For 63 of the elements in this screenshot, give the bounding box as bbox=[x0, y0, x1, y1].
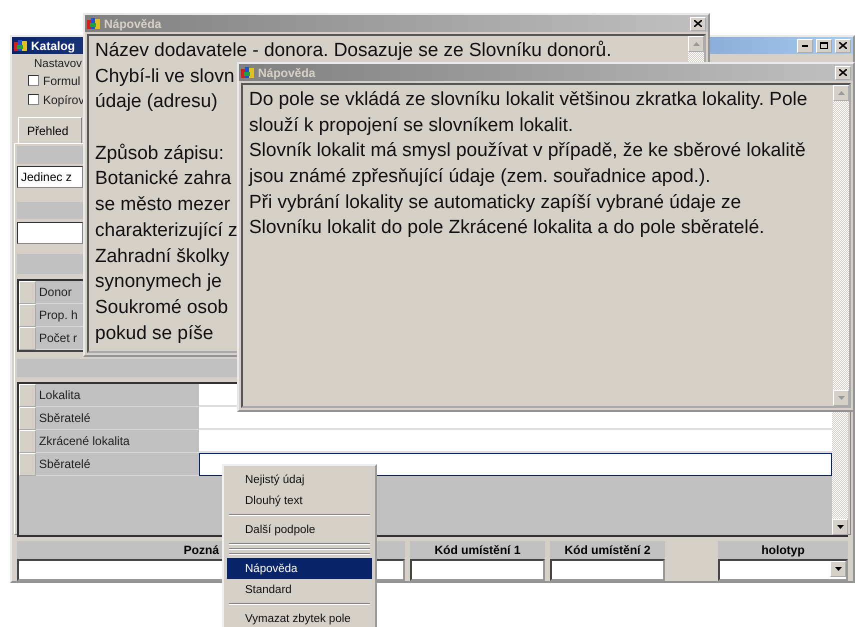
down-arrow-icon bbox=[838, 396, 844, 400]
help-text-line: Způsob zápisu: bbox=[95, 142, 224, 166]
maximize-icon bbox=[820, 42, 828, 49]
app-icon bbox=[14, 38, 28, 52]
help-text-line: Zahradní školky bbox=[95, 244, 230, 268]
help-text-line: slouží k propojení se slovníkem lokalit. bbox=[249, 114, 574, 138]
app-icon bbox=[241, 66, 255, 80]
scroll-up-button[interactable] bbox=[833, 85, 849, 101]
menu-item[interactable]: Nejistý údaj bbox=[227, 469, 372, 490]
close-icon bbox=[839, 42, 847, 49]
scroll-down-button[interactable] bbox=[832, 519, 848, 535]
menu-item[interactable]: Dlouhý text bbox=[227, 490, 372, 511]
checkbox[interactable] bbox=[28, 75, 39, 86]
window-title: Katalog bbox=[31, 38, 76, 52]
maximize-button[interactable] bbox=[816, 38, 832, 52]
help-text-line: pokud se píše bbox=[95, 322, 214, 346]
help-text-line: údaje (adresu) bbox=[95, 90, 218, 114]
minimize-button[interactable] bbox=[797, 38, 813, 52]
scroll-up-button[interactable] bbox=[688, 36, 704, 52]
dropdown[interactable] bbox=[718, 559, 848, 581]
column-header: holotyp bbox=[718, 541, 848, 559]
help-text-line: Slovníku lokalit do pole Zkrácené lokalita a do pole sběratelé. bbox=[249, 216, 764, 240]
checkbox-label: Kopírov bbox=[43, 92, 84, 106]
menu-item[interactable]: Nápověda bbox=[227, 558, 372, 579]
checkbox-label: Formul bbox=[43, 74, 80, 88]
input-field[interactable] bbox=[550, 559, 665, 581]
close-button[interactable] bbox=[835, 38, 851, 52]
help-text-line: Botanické zahra bbox=[95, 167, 232, 192]
section-header-bar bbox=[17, 146, 83, 164]
down-arrow-icon bbox=[834, 567, 842, 571]
help-text-line: synonymech je bbox=[95, 270, 222, 294]
down-arrow-icon bbox=[836, 525, 844, 529]
column-header: Kód umístění 1 bbox=[410, 541, 545, 559]
help-text-line: Do pole se vkládá ze slovníku lokalit většinou zkratka lokality. Pole bbox=[249, 88, 808, 112]
up-arrow-icon bbox=[692, 42, 700, 46]
menu-item[interactable]: Vymazat zbytek pole bbox=[227, 608, 372, 627]
column-header: Kód umístění 2 bbox=[550, 541, 665, 559]
scrollbar[interactable] bbox=[833, 85, 849, 406]
menu-item[interactable]: Standard bbox=[227, 579, 372, 600]
menu-item[interactable]: Další podpole bbox=[227, 519, 372, 540]
help-text-line: se město mezer bbox=[95, 193, 230, 218]
app-icon bbox=[87, 16, 101, 30]
close-icon bbox=[694, 20, 702, 27]
tab[interactable]: Přehled bbox=[18, 117, 82, 143]
checkbox[interactable] bbox=[28, 94, 39, 105]
minimize-icon bbox=[802, 44, 808, 46]
section-header-bar bbox=[17, 202, 83, 219]
help-text-line: Slovník lokalit má smysl používat v případě, že ke sběrové lokalitě bbox=[249, 139, 806, 164]
input-field[interactable] bbox=[410, 559, 545, 581]
help-text-line: Při vybrání lokality se automaticky zapíší vybrané údaje ze bbox=[249, 190, 742, 215]
up-arrow-icon bbox=[838, 91, 844, 95]
close-icon bbox=[839, 69, 847, 76]
help-text-line: jsou známé zpřesňující údaje (zem. souřadnice apod.). bbox=[249, 165, 711, 190]
record-field[interactable]: Jedinec z bbox=[17, 166, 83, 188]
help-text-line: Název dodavatele - donora. Dosazuje se ze Slovníku donorů. bbox=[95, 39, 612, 63]
help-text-line: Chybí-li ve slovn bbox=[95, 64, 234, 89]
input-field[interactable] bbox=[17, 222, 83, 244]
help-text-line: Soukromé osob bbox=[95, 296, 228, 320]
window-title: Nápověda bbox=[104, 16, 162, 30]
window-title: Nápověda bbox=[258, 66, 316, 80]
help-text-line: charakterizující z bbox=[95, 218, 238, 243]
settings-label: Nastavov bbox=[34, 57, 82, 71]
section-header-bar bbox=[17, 254, 83, 274]
